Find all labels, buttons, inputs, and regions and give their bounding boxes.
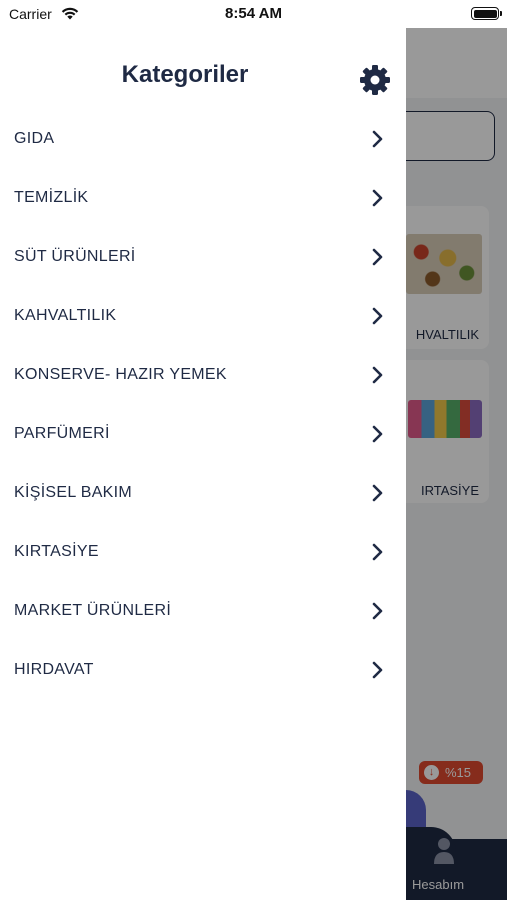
chevron-right-icon bbox=[372, 307, 383, 325]
chevron-right-icon bbox=[372, 425, 383, 443]
chevron-right-icon bbox=[372, 189, 383, 207]
status-bar: Carrier 8:54 AM bbox=[0, 0, 507, 28]
category-label: MARKET ÜRÜNLERİ bbox=[14, 602, 172, 619]
chevron-right-icon bbox=[372, 484, 383, 502]
category-label: HIRDAVAT bbox=[14, 661, 94, 678]
category-item-market-urunleri[interactable]: MARKET ÜRÜNLERİ bbox=[0, 582, 406, 641]
chevron-right-icon bbox=[372, 366, 383, 384]
categories-drawer: Kategoriler GIDA TEMİZLİK SÜT ÜRÜNLERİ K… bbox=[0, 28, 406, 900]
category-label: KONSERVE- HAZIR YEMEK bbox=[14, 366, 227, 383]
drawer-title: Kategoriler bbox=[121, 61, 249, 88]
category-item-gida[interactable]: GIDA bbox=[0, 110, 406, 169]
gear-icon[interactable] bbox=[359, 64, 391, 96]
category-item-parfumeri[interactable]: PARFÜMERİ bbox=[0, 405, 406, 464]
category-label: SÜT ÜRÜNLERİ bbox=[14, 248, 136, 265]
chevron-right-icon bbox=[372, 130, 383, 148]
category-label: GIDA bbox=[14, 130, 55, 147]
category-label: PARFÜMERİ bbox=[14, 425, 110, 442]
category-label: KIRTASİYE bbox=[14, 543, 99, 560]
category-label: KİŞİSEL BAKIM bbox=[14, 484, 133, 501]
chevron-right-icon bbox=[372, 661, 383, 679]
category-label: KAHVALTILIK bbox=[14, 307, 117, 324]
category-item-hirdavat[interactable]: HIRDAVAT bbox=[0, 641, 406, 700]
category-item-kirtasiye[interactable]: KIRTASİYE bbox=[0, 523, 406, 582]
category-label: TEMİZLİK bbox=[14, 189, 89, 206]
status-time: 8:54 AM bbox=[225, 5, 282, 22]
category-item-kisisel-bakim[interactable]: KİŞİSEL BAKIM bbox=[0, 464, 406, 523]
chevron-right-icon bbox=[372, 543, 383, 561]
category-item-sut-urunleri[interactable]: SÜT ÜRÜNLERİ bbox=[0, 228, 406, 287]
battery-icon bbox=[471, 7, 502, 20]
category-item-temizlik[interactable]: TEMİZLİK bbox=[0, 169, 406, 228]
chevron-right-icon bbox=[372, 602, 383, 620]
category-item-kahvaltilik[interactable]: KAHVALTILIK bbox=[0, 287, 406, 346]
category-list: GIDA TEMİZLİK SÜT ÜRÜNLERİ KAHVALTILIK K… bbox=[0, 110, 406, 700]
category-item-konserve-hazir-yemek[interactable]: KONSERVE- HAZIR YEMEK bbox=[0, 346, 406, 405]
chevron-right-icon bbox=[372, 248, 383, 266]
drawer-dim-overlay[interactable] bbox=[406, 28, 507, 900]
